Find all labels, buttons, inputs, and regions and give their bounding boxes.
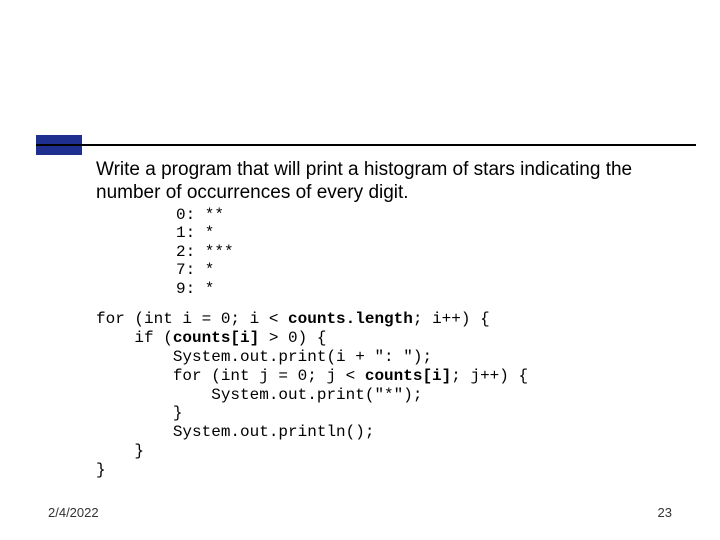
- horizontal-rule: [36, 144, 696, 146]
- code-bold: counts[i]: [365, 367, 451, 385]
- code-line: System.out.println();: [96, 423, 374, 441]
- prompt-text: Write a program that will print a histog…: [96, 158, 684, 204]
- code-line: for (int i = 0; i < counts.length; i++) …: [96, 310, 490, 328]
- hist-line: 7: *: [176, 261, 214, 279]
- slide: Write a program that will print a histog…: [0, 0, 720, 540]
- code-bold: counts[i]: [173, 329, 259, 347]
- footer-date: 2/4/2022: [48, 505, 99, 520]
- hist-line: 9: *: [176, 280, 214, 298]
- code-block: for (int i = 0; i < counts.length; i++) …: [96, 310, 528, 480]
- hist-line: 0: **: [176, 206, 224, 224]
- hist-line: 1: *: [176, 224, 214, 242]
- code-line: }: [96, 404, 182, 422]
- code-line: if (counts[i] > 0) {: [96, 329, 326, 347]
- code-line: }: [96, 442, 144, 460]
- code-line: System.out.print("*");: [96, 386, 422, 404]
- hist-line: 2: ***: [176, 243, 234, 261]
- footer-page-number: 23: [658, 505, 672, 520]
- code-line: System.out.print(i + ": ");: [96, 348, 432, 366]
- code-line: }: [96, 461, 106, 479]
- code-line: for (int j = 0; j < counts[i]; j++) {: [96, 367, 528, 385]
- code-bold: counts.length: [288, 310, 413, 328]
- sample-output: 0: ** 1: * 2: *** 7: * 9: *: [176, 206, 234, 298]
